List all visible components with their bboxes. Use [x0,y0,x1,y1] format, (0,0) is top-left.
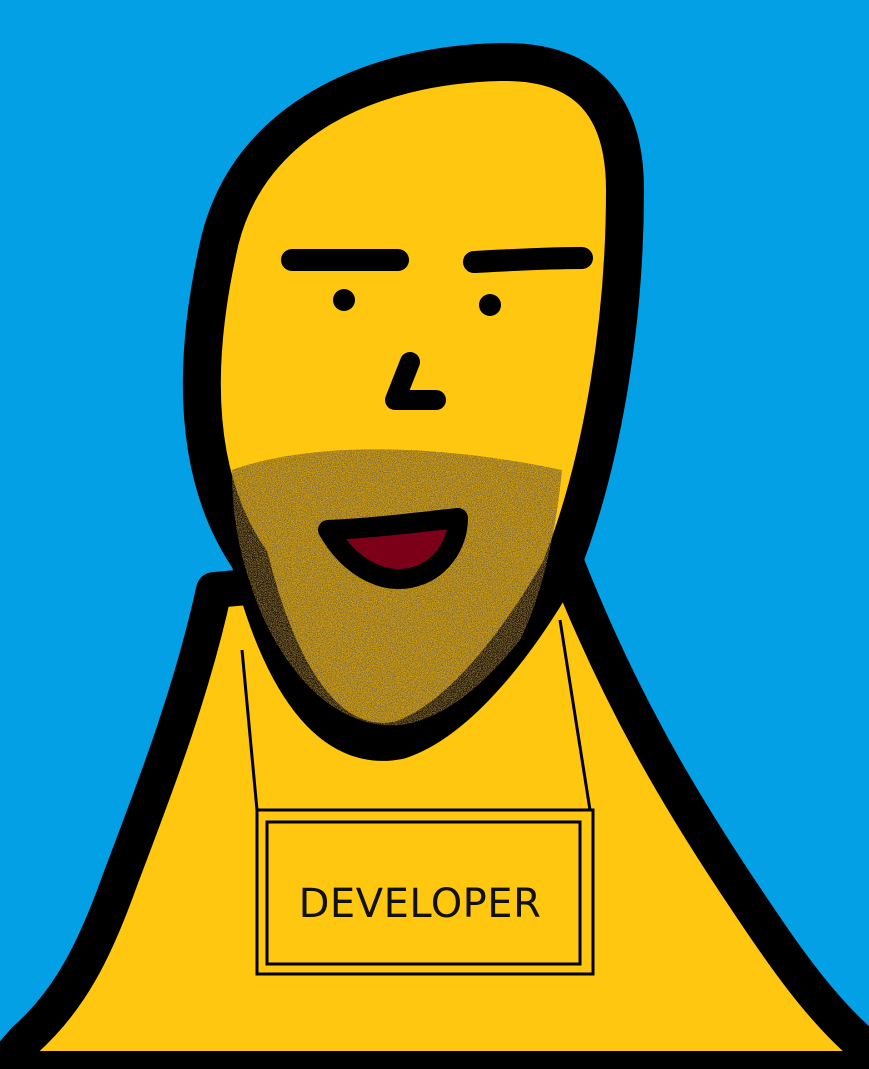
badge-label: DEVELOPER [299,881,542,927]
developer-illustration: DEVELOPER [0,0,869,1069]
right-eyebrow-icon [463,247,593,273]
cartoon-drawing: DEVELOPER [0,0,869,1069]
left-eye-icon [333,289,355,311]
right-eye-icon [479,294,501,316]
